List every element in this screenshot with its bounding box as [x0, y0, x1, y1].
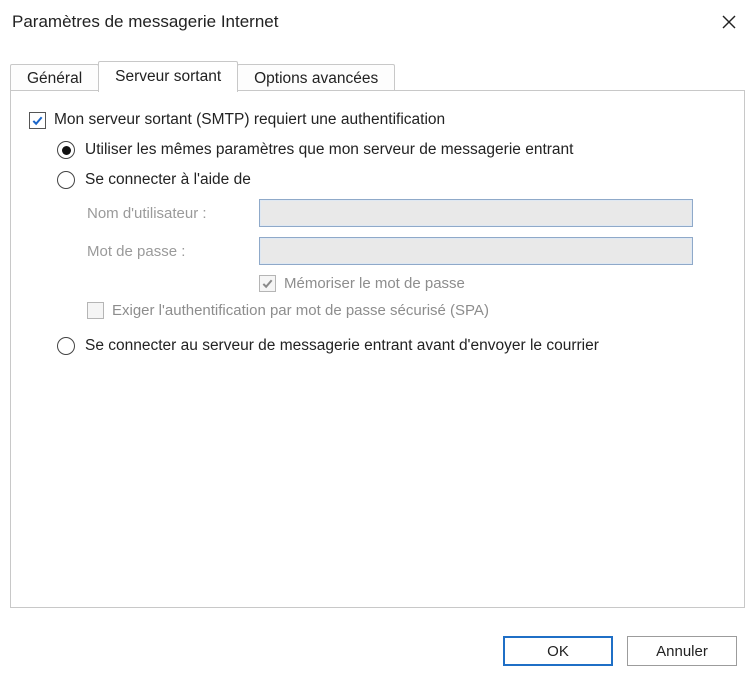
tab-strip: Général Serveur sortant Options avancées	[10, 60, 745, 91]
dialog-footer: OK Annuler	[503, 636, 737, 666]
require-spa-row[interactable]: Exiger l'authentification par mot de pas…	[87, 302, 726, 319]
tab-general[interactable]: Général	[10, 64, 99, 93]
require-auth-label: Mon serveur sortant (SMTP) requiert une …	[54, 111, 445, 129]
remember-password-checkbox[interactable]	[259, 275, 276, 292]
checkmark-icon	[31, 114, 44, 127]
password-input[interactable]	[259, 237, 693, 265]
cancel-button[interactable]: Annuler	[627, 636, 737, 666]
password-row: Mot de passe :	[87, 237, 726, 265]
require-auth-row[interactable]: Mon serveur sortant (SMTP) requiert une …	[29, 111, 726, 129]
tab-panel-outgoing: Mon serveur sortant (SMTP) requiert une …	[10, 90, 745, 608]
use-same-radio[interactable]	[57, 141, 75, 159]
tabs-container: Général Serveur sortant Options avancées…	[0, 60, 755, 608]
logon-incoming-first-row[interactable]: Se connecter au serveur de messagerie en…	[57, 337, 726, 355]
use-same-label: Utiliser les mêmes paramètres que mon se…	[85, 141, 573, 159]
require-spa-label: Exiger l'authentification par mot de pas…	[112, 302, 489, 319]
remember-password-row[interactable]: Mémoriser le mot de passe	[259, 275, 726, 292]
logon-incoming-first-label: Se connecter au serveur de messagerie en…	[85, 337, 599, 355]
logon-using-row[interactable]: Se connecter à l'aide de	[57, 171, 726, 189]
remember-password-label: Mémoriser le mot de passe	[284, 275, 465, 292]
username-row: Nom d'utilisateur :	[87, 199, 726, 227]
username-label: Nom d'utilisateur :	[87, 205, 259, 222]
titlebar: Paramètres de messagerie Internet	[0, 0, 755, 40]
checkmark-icon	[261, 277, 274, 290]
logon-using-radio[interactable]	[57, 171, 75, 189]
window-title: Paramètres de messagerie Internet	[12, 12, 278, 32]
password-label: Mot de passe :	[87, 243, 259, 260]
close-button[interactable]	[717, 10, 741, 34]
tab-outgoing-server[interactable]: Serveur sortant	[98, 61, 238, 92]
close-icon	[721, 14, 737, 30]
ok-button[interactable]: OK	[503, 636, 613, 666]
use-same-row[interactable]: Utiliser les mêmes paramètres que mon se…	[57, 141, 726, 159]
require-auth-checkbox[interactable]	[29, 112, 46, 129]
logon-using-label: Se connecter à l'aide de	[85, 171, 251, 189]
require-spa-checkbox[interactable]	[87, 302, 104, 319]
username-input[interactable]	[259, 199, 693, 227]
logon-incoming-first-radio[interactable]	[57, 337, 75, 355]
tab-advanced[interactable]: Options avancées	[237, 64, 395, 93]
